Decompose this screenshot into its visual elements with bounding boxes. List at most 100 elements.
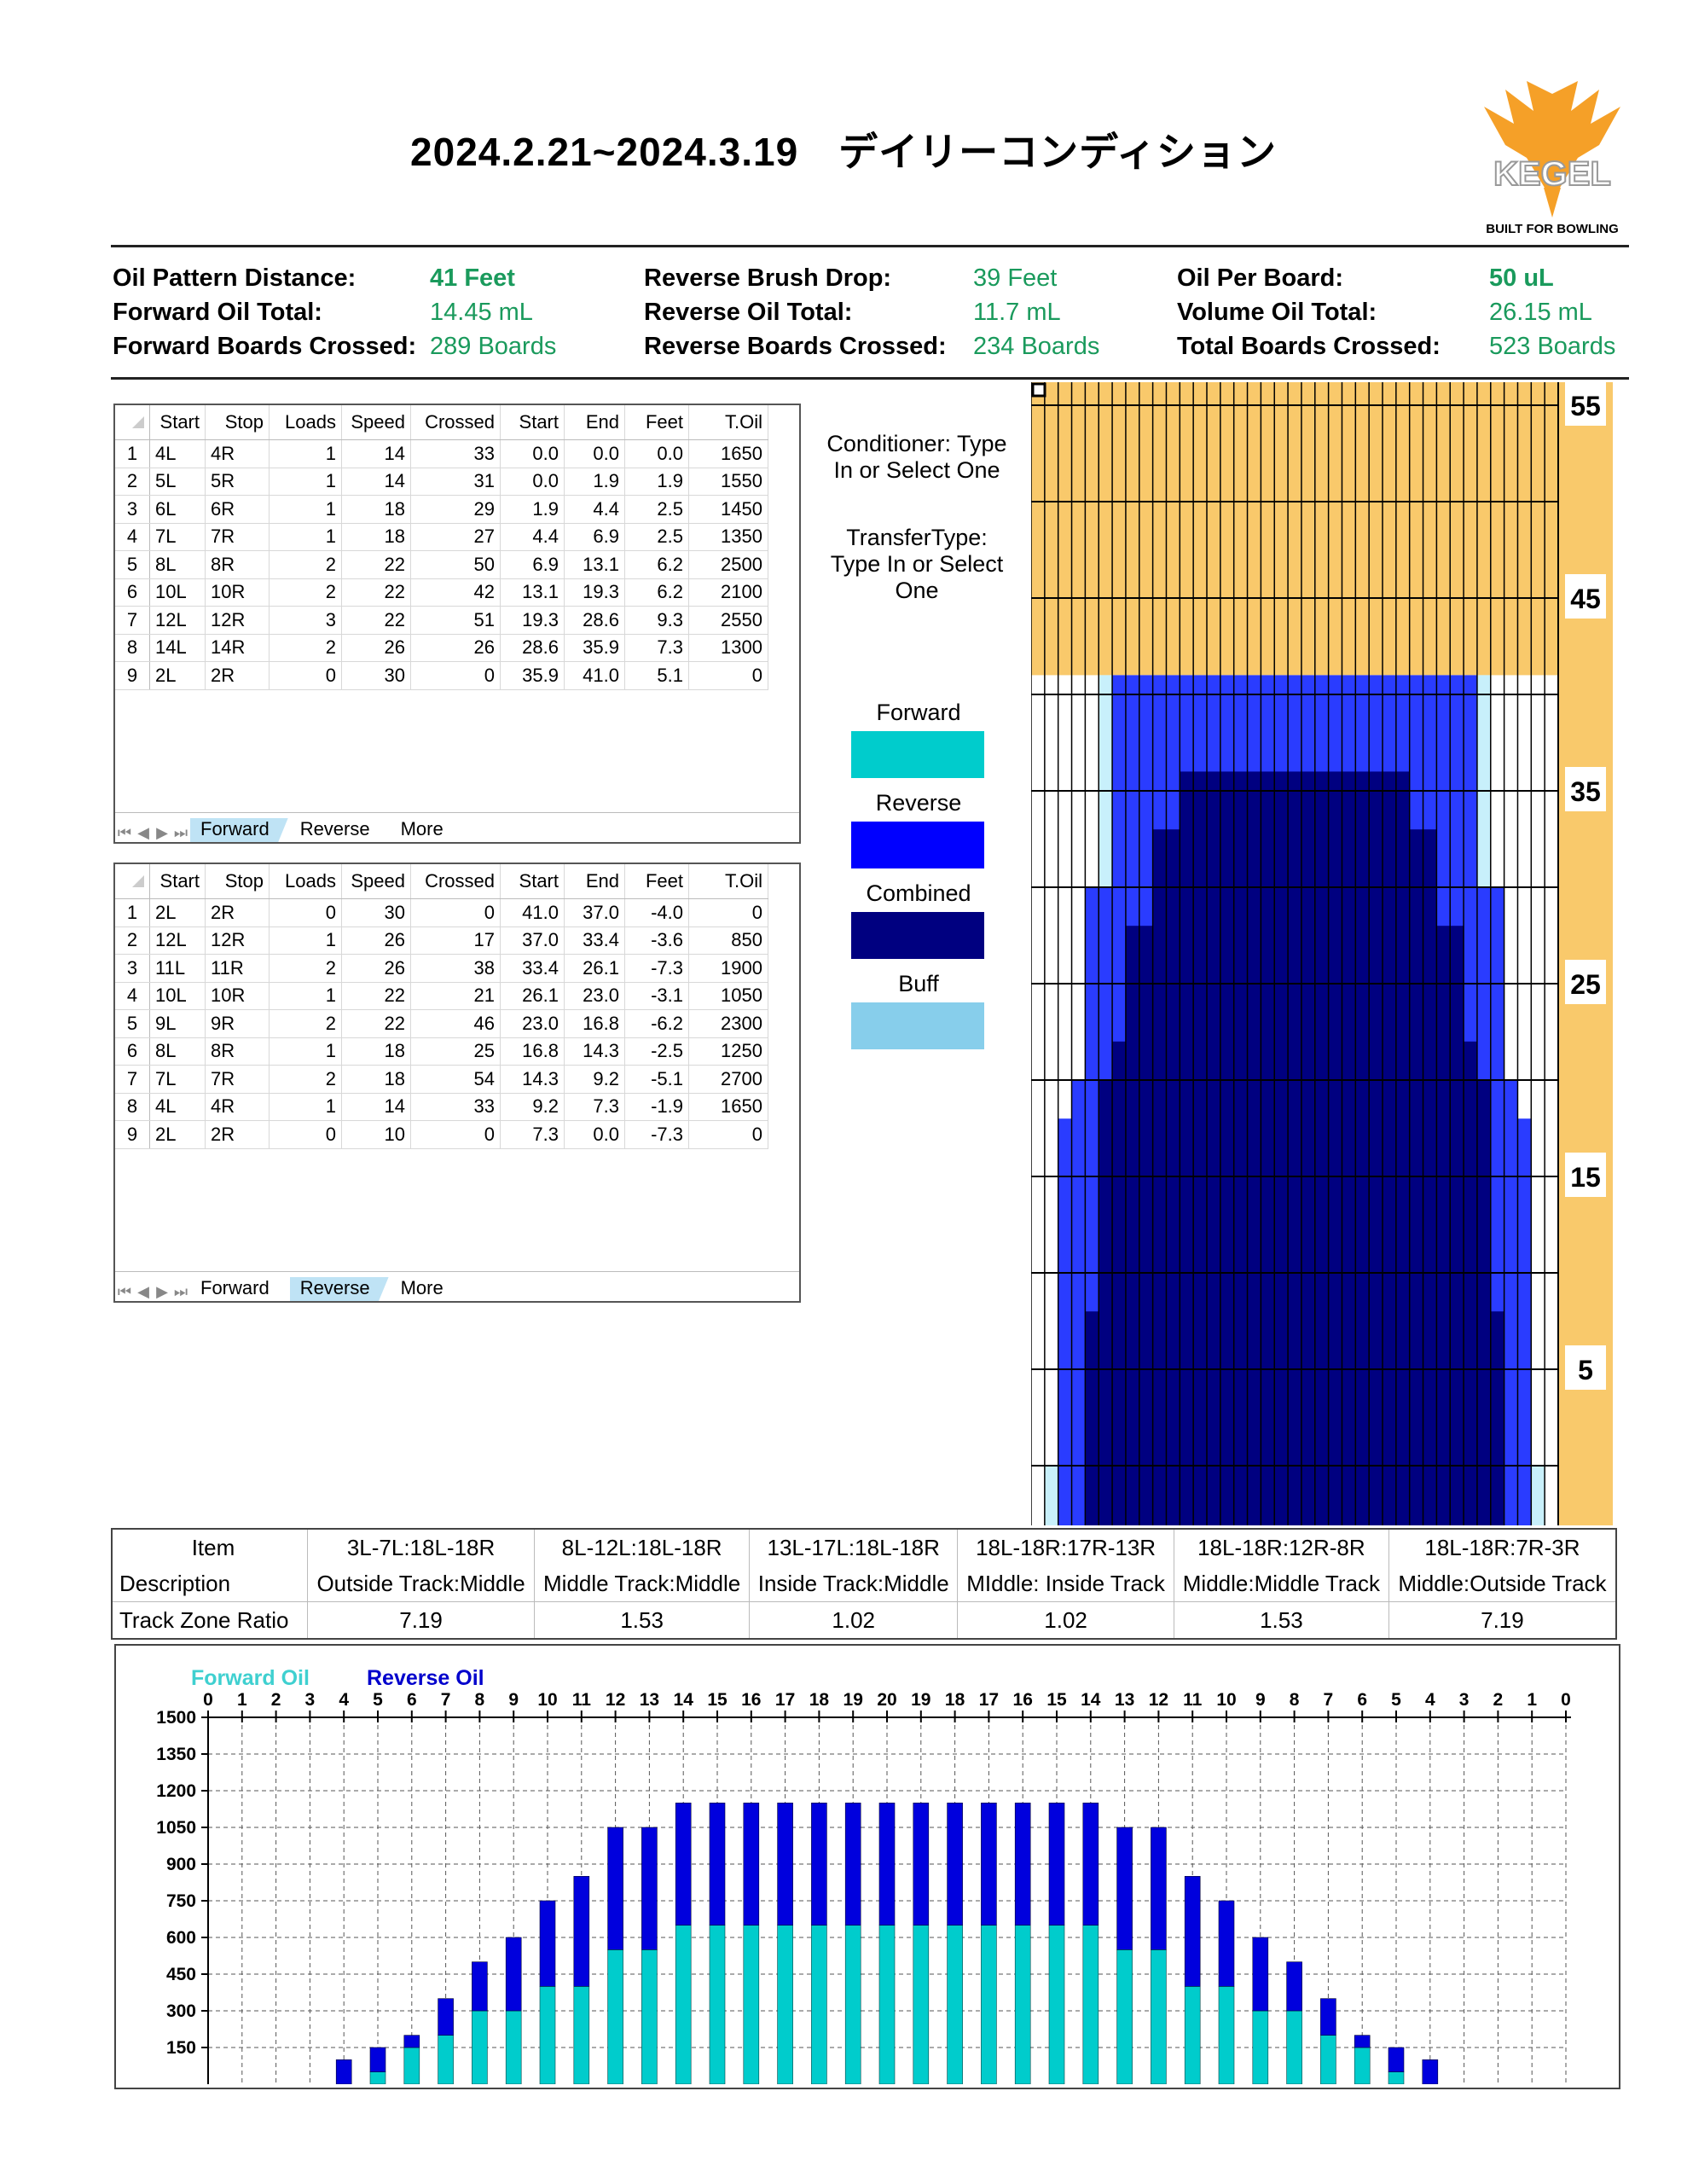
row-number[interactable]: 6 xyxy=(115,578,150,607)
row-number[interactable]: 4 xyxy=(115,982,150,1010)
table-cell[interactable]: 7.3 xyxy=(564,1093,625,1121)
table-cell[interactable]: 26.1 xyxy=(564,954,625,983)
table-cell[interactable]: 41.0 xyxy=(500,898,565,927)
table-cell[interactable]: 3 xyxy=(269,606,342,635)
row-number[interactable]: 8 xyxy=(115,634,150,662)
table-cell[interactable]: 26 xyxy=(341,926,411,955)
table-cell[interactable]: 2100 xyxy=(688,578,768,607)
table-cell[interactable]: 13.1 xyxy=(564,550,625,579)
table-cell[interactable]: 2L xyxy=(149,661,206,690)
table-cell[interactable]: 30 xyxy=(341,661,411,690)
table-cell[interactable]: 2500 xyxy=(688,550,768,579)
column-header[interactable]: Stop xyxy=(205,864,270,899)
table-cell[interactable]: 1550 xyxy=(688,468,768,496)
table-cell[interactable]: 26 xyxy=(341,954,411,983)
table-cell[interactable]: 7L xyxy=(149,1065,206,1094)
table-cell[interactable]: 46 xyxy=(410,1009,501,1038)
column-header[interactable]: Feet xyxy=(624,405,689,440)
column-header[interactable]: Loads xyxy=(269,864,342,899)
next-sheet-icon[interactable]: ▶ xyxy=(153,1283,171,1301)
table-cell[interactable]: 0.0 xyxy=(624,439,689,468)
table-cell[interactable]: 4.4 xyxy=(500,523,565,551)
tab-reverse[interactable]: Reverse xyxy=(289,1277,389,1301)
table-cell[interactable]: 19.3 xyxy=(564,578,625,607)
table-cell[interactable]: 4L xyxy=(149,439,206,468)
table-cell[interactable]: 22 xyxy=(341,1009,411,1038)
table-cell[interactable]: 2 xyxy=(269,634,342,662)
table-cell[interactable]: 14.3 xyxy=(564,1037,625,1066)
table-cell[interactable]: 2 xyxy=(269,550,342,579)
table-cell[interactable]: 2 xyxy=(269,1009,342,1038)
column-header[interactable]: Start xyxy=(500,405,565,440)
table-cell[interactable]: 5.1 xyxy=(624,661,689,690)
table-cell[interactable]: 18 xyxy=(341,523,411,551)
table-cell[interactable]: 4R xyxy=(205,439,270,468)
table-cell[interactable]: 2R xyxy=(205,661,270,690)
column-header[interactable]: Crossed xyxy=(410,864,501,899)
table-cell[interactable]: 10L xyxy=(149,982,206,1010)
conditioner-field[interactable]: Conditioner: Type In or Select One xyxy=(819,431,1015,484)
table-cell[interactable]: 0 xyxy=(269,898,342,927)
table-cell[interactable]: 1 xyxy=(269,468,342,496)
table-cell[interactable]: 11R xyxy=(205,954,270,983)
table-cell[interactable]: 10L xyxy=(149,578,206,607)
table-cell[interactable]: 25 xyxy=(410,1037,501,1066)
table-cell[interactable]: 6.9 xyxy=(500,550,565,579)
table-cell[interactable]: 10 xyxy=(341,1120,411,1149)
column-header[interactable]: Stop xyxy=(205,405,270,440)
table-cell[interactable]: 14R xyxy=(205,634,270,662)
table-cell[interactable]: 8L xyxy=(149,550,206,579)
column-header[interactable]: T.Oil xyxy=(688,864,768,899)
table-cell[interactable]: 8R xyxy=(205,1037,270,1066)
table-cell[interactable]: 37.0 xyxy=(500,926,565,955)
table-cell[interactable]: 2.5 xyxy=(624,495,689,524)
table-cell[interactable]: 14L xyxy=(149,634,206,662)
column-header[interactable]: End xyxy=(564,405,625,440)
last-sheet-icon[interactable]: ⏭ xyxy=(171,1283,190,1301)
prev-sheet-icon[interactable]: ◀ xyxy=(134,1283,153,1301)
row-number[interactable]: 2 xyxy=(115,468,150,496)
table-cell[interactable]: -7.3 xyxy=(624,954,689,983)
table-cell[interactable]: 2R xyxy=(205,898,270,927)
table-cell[interactable]: 50 xyxy=(410,550,501,579)
table-cell[interactable]: 12R xyxy=(205,606,270,635)
table-cell[interactable]: 14 xyxy=(341,1093,411,1121)
table-cell[interactable]: 17 xyxy=(410,926,501,955)
column-header[interactable]: T.Oil xyxy=(688,405,768,440)
table-cell[interactable]: 10R xyxy=(205,982,270,1010)
table-cell[interactable]: 2L xyxy=(149,898,206,927)
table-cell[interactable]: 13.1 xyxy=(500,578,565,607)
table-cell[interactable]: 1.9 xyxy=(500,495,565,524)
table-cell[interactable]: 0.0 xyxy=(500,468,565,496)
table-cell[interactable]: 1 xyxy=(269,439,342,468)
tab-forward[interactable]: Forward xyxy=(190,818,288,842)
table-cell[interactable]: 12L xyxy=(149,926,206,955)
table-cell[interactable]: 18 xyxy=(341,1037,411,1066)
table-cell[interactable]: 28.6 xyxy=(564,606,625,635)
row-number[interactable]: 2 xyxy=(115,926,150,955)
table-cell[interactable]: 1 xyxy=(269,495,342,524)
table-cell[interactable]: 7.3 xyxy=(500,1120,565,1149)
table-cell[interactable]: 1 xyxy=(269,1037,342,1066)
table-cell[interactable]: 1.9 xyxy=(564,468,625,496)
row-number[interactable]: 8 xyxy=(115,1093,150,1121)
table-cell[interactable]: 6.2 xyxy=(624,550,689,579)
table-cell[interactable]: 9L xyxy=(149,1009,206,1038)
table-cell[interactable]: 14 xyxy=(341,439,411,468)
corner-cell[interactable] xyxy=(115,864,150,899)
next-sheet-icon[interactable]: ▶ xyxy=(153,824,171,842)
table-cell[interactable]: 8L xyxy=(149,1037,206,1066)
table-cell[interactable]: 6.2 xyxy=(624,578,689,607)
table-cell[interactable]: 23.0 xyxy=(500,1009,565,1038)
table-cell[interactable]: 1050 xyxy=(688,982,768,1010)
table-cell[interactable]: 2.5 xyxy=(624,523,689,551)
first-sheet-icon[interactable]: ⏮ xyxy=(115,1283,134,1301)
row-number[interactable]: 9 xyxy=(115,661,150,690)
table-cell[interactable]: 1300 xyxy=(688,634,768,662)
table-cell[interactable]: 18 xyxy=(341,495,411,524)
table-cell[interactable]: 9.2 xyxy=(500,1093,565,1121)
table-cell[interactable]: 38 xyxy=(410,954,501,983)
row-number[interactable]: 3 xyxy=(115,495,150,524)
table-cell[interactable]: 29 xyxy=(410,495,501,524)
transfer-type-field[interactable]: TransferType: Type In or Select One xyxy=(819,525,1015,604)
